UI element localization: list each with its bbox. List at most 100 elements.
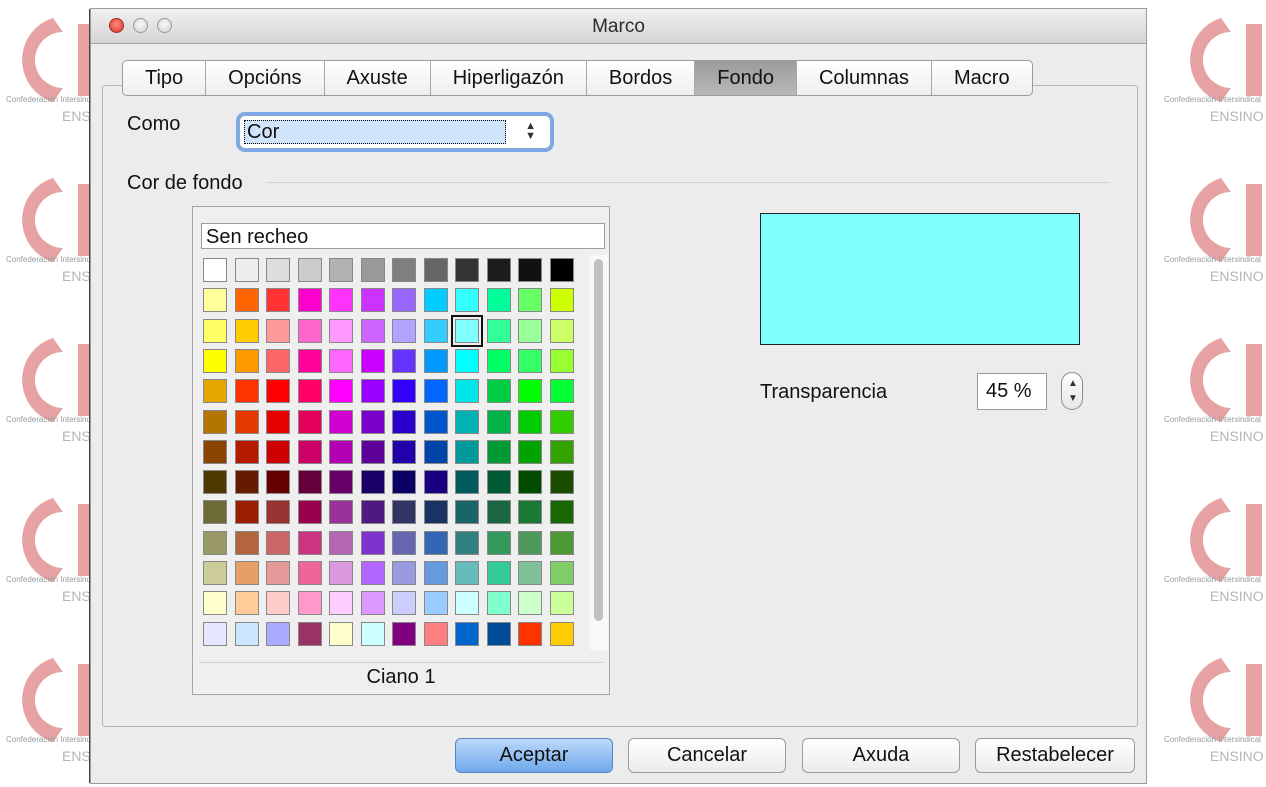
tab-macro[interactable]: Macro [932, 61, 1032, 95]
color-swatch[interactable] [518, 531, 542, 555]
color-swatch[interactable] [455, 258, 479, 282]
color-swatch[interactable] [266, 531, 290, 555]
color-swatch[interactable] [392, 561, 416, 585]
color-swatch[interactable] [361, 591, 385, 615]
color-swatch[interactable] [361, 500, 385, 524]
color-swatch[interactable] [424, 500, 448, 524]
color-swatch[interactable] [329, 410, 353, 434]
tab-opcións[interactable]: Opcións [206, 61, 325, 95]
color-swatch[interactable] [550, 531, 574, 555]
color-swatch[interactable] [487, 319, 511, 343]
color-swatch[interactable] [518, 561, 542, 585]
tab-axuste[interactable]: Axuste [325, 61, 431, 95]
color-swatch[interactable] [235, 591, 259, 615]
color-swatch[interactable] [550, 500, 574, 524]
color-swatch[interactable] [361, 379, 385, 403]
color-swatch[interactable] [329, 258, 353, 282]
cancel-button[interactable]: Cancelar [628, 738, 786, 773]
color-swatch[interactable] [455, 379, 479, 403]
color-swatch[interactable] [235, 258, 259, 282]
color-swatch[interactable] [424, 288, 448, 312]
color-swatch[interactable] [487, 349, 511, 373]
stepper-arrows-icon[interactable]: ▲ ▼ [1061, 372, 1083, 410]
color-swatch[interactable] [424, 410, 448, 434]
color-swatch[interactable] [298, 531, 322, 555]
color-swatch[interactable] [487, 258, 511, 282]
color-swatch[interactable] [298, 591, 322, 615]
color-swatch[interactable] [298, 470, 322, 494]
color-swatch[interactable] [329, 319, 353, 343]
color-swatch[interactable] [298, 410, 322, 434]
color-swatch[interactable] [392, 470, 416, 494]
color-swatch[interactable] [518, 288, 542, 312]
color-swatch[interactable] [203, 258, 227, 282]
color-swatch[interactable] [518, 440, 542, 464]
color-swatch[interactable] [329, 470, 353, 494]
color-swatch[interactable] [550, 622, 574, 646]
scrollbar-thumb[interactable] [594, 259, 603, 621]
color-swatch[interactable] [550, 349, 574, 373]
color-swatch[interactable] [361, 531, 385, 555]
color-swatch[interactable] [550, 288, 574, 312]
color-swatch[interactable] [298, 319, 322, 343]
palette-scrollbar[interactable] [590, 255, 608, 650]
color-swatch[interactable] [298, 379, 322, 403]
color-swatch[interactable] [329, 440, 353, 464]
color-swatch[interactable] [424, 531, 448, 555]
color-swatch[interactable] [550, 410, 574, 434]
color-swatch[interactable] [203, 410, 227, 434]
color-swatch[interactable] [266, 500, 290, 524]
tab-bordos[interactable]: Bordos [587, 61, 696, 95]
color-swatch[interactable] [361, 288, 385, 312]
color-swatch[interactable] [203, 622, 227, 646]
color-swatch[interactable] [455, 349, 479, 373]
color-swatch[interactable] [203, 470, 227, 494]
color-swatch[interactable] [455, 591, 479, 615]
color-swatch[interactable] [487, 470, 511, 494]
color-swatch[interactable] [266, 288, 290, 312]
color-swatch[interactable] [518, 622, 542, 646]
transparency-input[interactable]: 45 % [977, 373, 1047, 410]
color-swatch[interactable] [298, 561, 322, 585]
color-swatch[interactable] [266, 561, 290, 585]
color-swatch[interactable] [392, 500, 416, 524]
color-swatch[interactable] [550, 379, 574, 403]
color-swatch[interactable] [361, 440, 385, 464]
color-swatch[interactable] [424, 561, 448, 585]
color-swatch[interactable] [392, 258, 416, 282]
color-swatch[interactable] [518, 500, 542, 524]
help-button[interactable]: Axuda [802, 738, 960, 773]
color-swatch[interactable] [424, 258, 448, 282]
color-swatch[interactable] [487, 410, 511, 434]
color-swatch[interactable] [361, 561, 385, 585]
color-swatch[interactable] [203, 349, 227, 373]
color-swatch[interactable] [392, 622, 416, 646]
color-swatch[interactable] [329, 500, 353, 524]
color-swatch[interactable] [361, 622, 385, 646]
color-swatch[interactable] [518, 591, 542, 615]
color-swatch[interactable] [235, 379, 259, 403]
reset-button[interactable]: Restabelecer [975, 738, 1135, 773]
color-swatch[interactable] [518, 379, 542, 403]
color-swatch[interactable] [298, 500, 322, 524]
color-swatch[interactable] [298, 440, 322, 464]
color-swatch[interactable] [392, 440, 416, 464]
color-swatch[interactable] [361, 319, 385, 343]
color-swatch[interactable] [455, 622, 479, 646]
color-swatch[interactable] [487, 440, 511, 464]
color-swatch[interactable] [487, 561, 511, 585]
color-swatch[interactable] [518, 319, 542, 343]
color-swatch[interactable] [518, 258, 542, 282]
color-swatch[interactable] [392, 349, 416, 373]
color-swatch[interactable] [203, 561, 227, 585]
color-swatch[interactable] [203, 379, 227, 403]
color-swatch[interactable] [266, 258, 290, 282]
color-swatch[interactable] [392, 288, 416, 312]
color-swatch[interactable] [235, 622, 259, 646]
color-swatch[interactable] [266, 319, 290, 343]
color-swatch[interactable] [235, 470, 259, 494]
color-swatch[interactable] [424, 379, 448, 403]
color-swatch[interactable] [266, 440, 290, 464]
color-swatch[interactable] [550, 561, 574, 585]
color-swatch[interactable] [424, 470, 448, 494]
